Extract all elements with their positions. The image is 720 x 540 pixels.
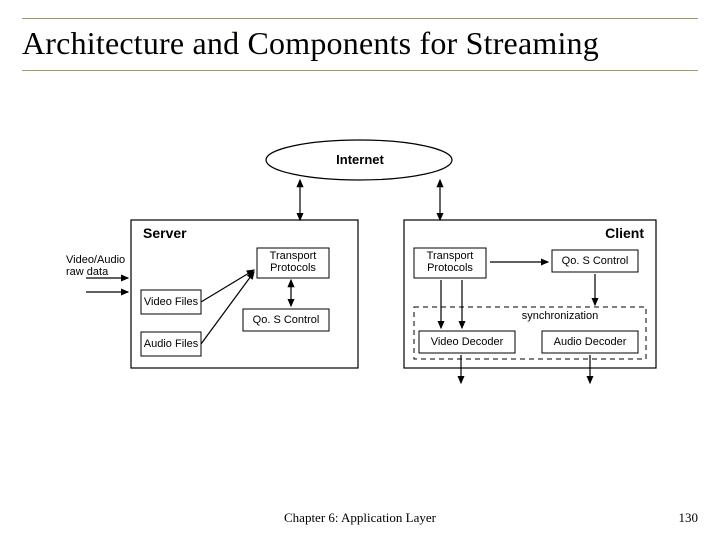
page-number: 130 <box>679 510 699 526</box>
video-files-label: Video Files <box>141 296 201 308</box>
page-title: Architecture and Components for Streamin… <box>22 25 698 62</box>
client-label: Client <box>605 225 644 241</box>
video-decoder-label: Video Decoder <box>419 336 515 348</box>
client-transport-label: Transport Protocols <box>414 250 486 274</box>
title-rule: Architecture and Components for Streamin… <box>22 18 698 71</box>
server-transport-label: Transport Protocols <box>257 250 329 274</box>
audio-decoder-label: Audio Decoder <box>542 336 638 348</box>
server-qos-label: Qo. S Control <box>243 314 329 326</box>
footer-text: Chapter 6: Application Layer <box>0 510 720 526</box>
server-label: Server <box>143 225 187 241</box>
raw-data-label: Video/Audio raw data <box>66 254 146 278</box>
internet-label: Internet <box>300 152 420 167</box>
audio-files-label: Audio Files <box>141 338 201 350</box>
sync-label: synchronization <box>500 310 620 322</box>
client-qos-label: Qo. S Control <box>552 255 638 267</box>
